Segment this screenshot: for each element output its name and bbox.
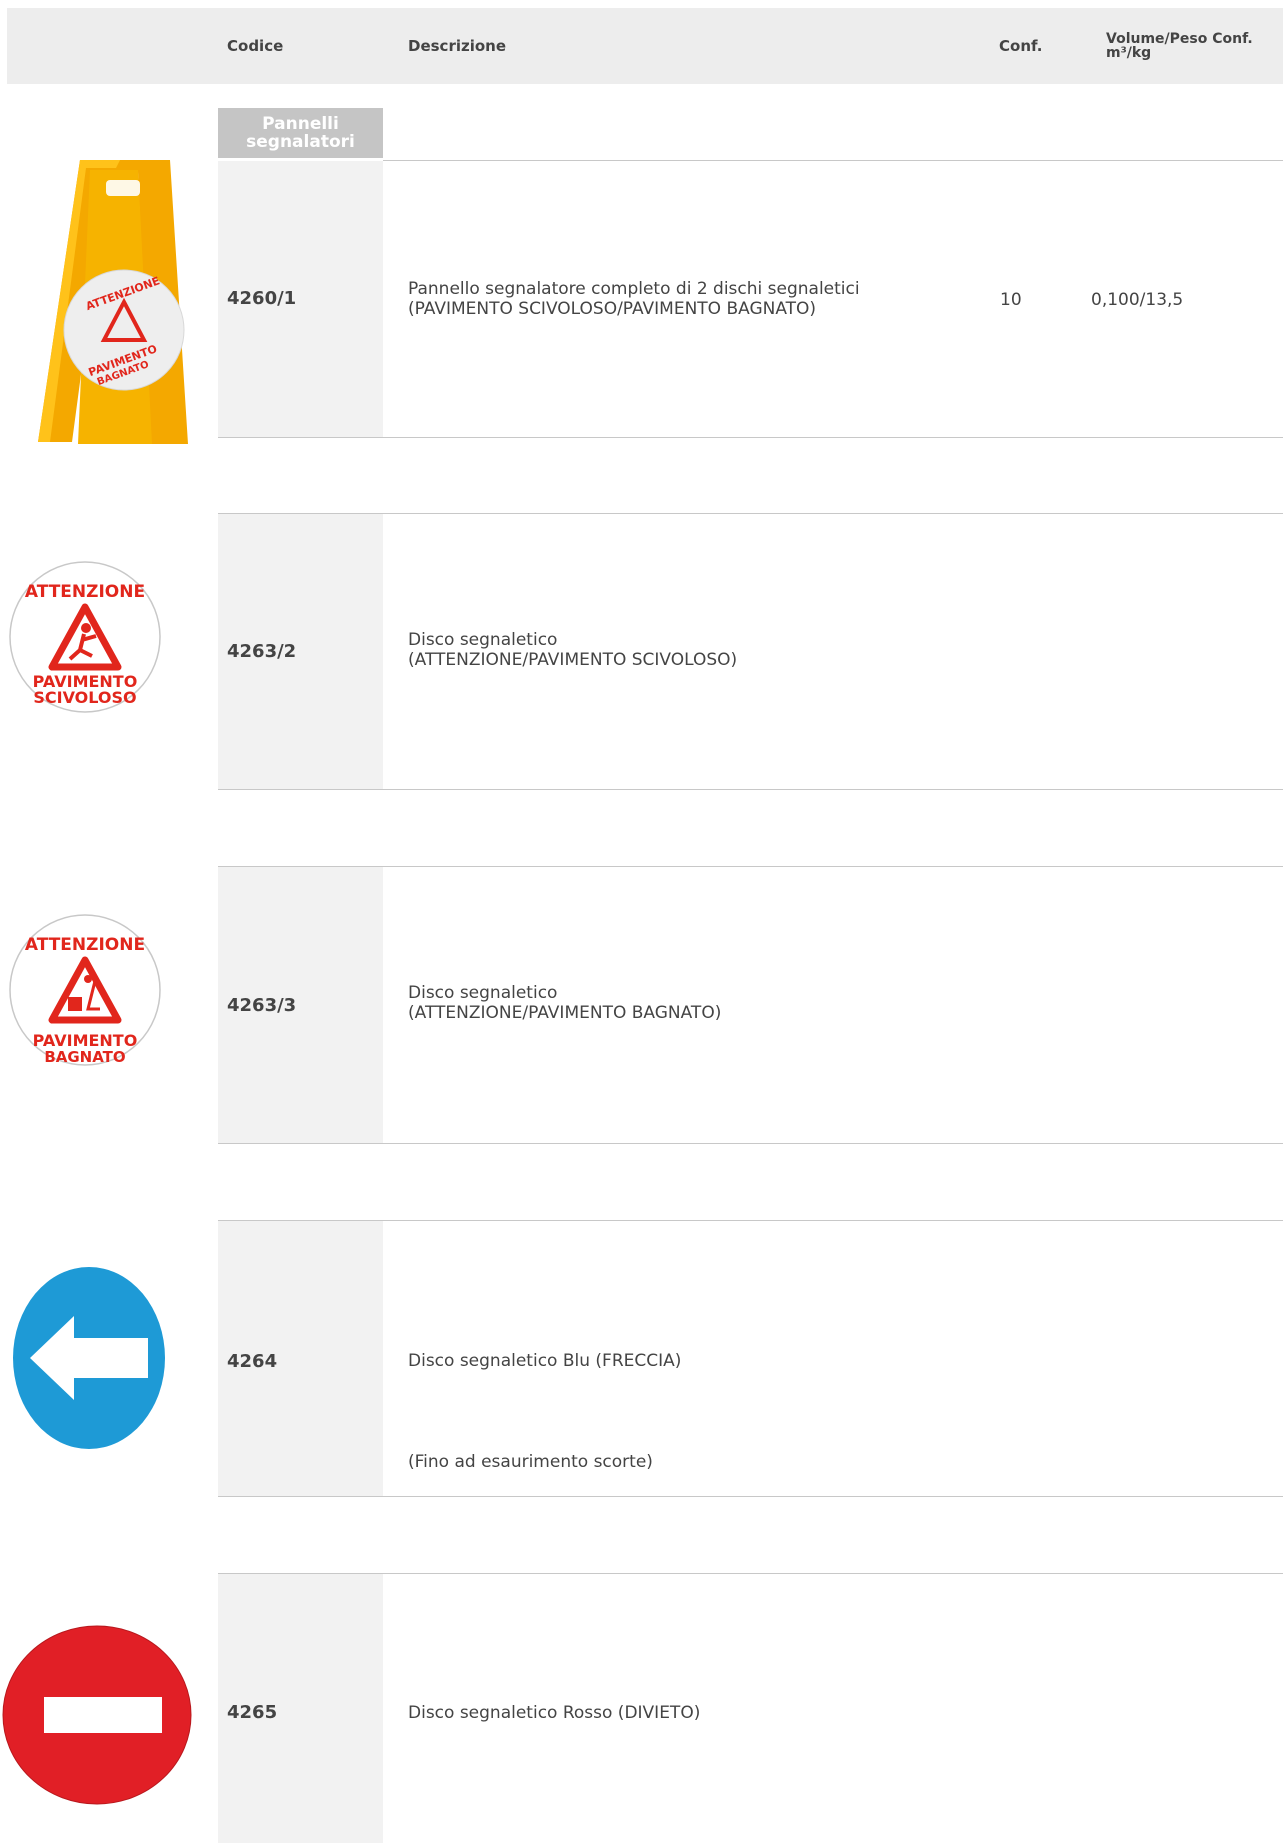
- wet-floor-disc-image: ATTENZIONE PAVIMENTO BAGNATO: [9, 914, 161, 1066]
- divider: [218, 1143, 1283, 1144]
- blue-arrow-disc-image: [13, 1267, 165, 1449]
- product-code: 4265: [227, 1702, 278, 1723]
- header-volume-line2: m³/kg: [1106, 45, 1152, 61]
- red-no-entry-disc-image: [2, 1625, 192, 1805]
- sign-text-attenzione: ATTENZIONE: [25, 935, 145, 955]
- product-code: 4260/1: [227, 288, 297, 309]
- product-description: Disco segnaletico Rosso (DIVIETO): [408, 1703, 701, 1723]
- product-volume: 0,100/13,5: [1091, 290, 1184, 310]
- yellow-floor-sign-image: ATTENZIONE PAVIMENTO BAGNATO: [38, 160, 188, 444]
- header-descrizione: Descrizione: [408, 37, 507, 55]
- description-line: (ATTENZIONE/PAVIMENTO SCIVOLOSO): [408, 650, 738, 670]
- header-volume-line1: Volume/Peso Conf.: [1106, 31, 1253, 47]
- product-description: Disco segnaletico (ATTENZIONE/PAVIMENTO …: [408, 630, 737, 670]
- divider: [218, 437, 1283, 438]
- header-volume: Volume/Peso Conf. m³/kg: [1106, 8, 1253, 84]
- sign-text-attenzione: ATTENZIONE: [25, 582, 145, 602]
- category-tab: Pannelli segnalatori: [218, 108, 383, 158]
- product-note: (Fino ad esaurimento scorte): [408, 1452, 653, 1472]
- table-header: Codice Descrizione Conf. Volume/Peso Con…: [7, 8, 1283, 84]
- product-description: Pannello segnalatore completo di 2 disch…: [408, 279, 860, 319]
- description-line: Disco segnaletico: [408, 983, 558, 1003]
- product-conf: 10: [1000, 290, 1022, 310]
- header-conf: Conf.: [999, 37, 1043, 55]
- header-codice: Codice: [227, 37, 284, 55]
- divider: [218, 789, 1283, 790]
- description-line: (ATTENZIONE/PAVIMENTO BAGNATO): [408, 1003, 722, 1023]
- product-description: Disco segnaletico Blu (FRECCIA): [408, 1351, 682, 1371]
- product-code: 4263/2: [227, 641, 297, 662]
- sign-text-scivoloso: SCIVOLOSO: [33, 688, 136, 707]
- description-line: Pannello segnalatore completo di 2 disch…: [408, 279, 860, 299]
- divider: [383, 160, 1283, 161]
- description-line: Disco segnaletico: [408, 630, 558, 650]
- slippery-floor-disc-image: ATTENZIONE PAVIMENTO SCIVOLOSO: [9, 561, 161, 713]
- sign-text-bagnato: BAGNATO: [44, 1048, 125, 1066]
- product-description: Disco segnaletico (ATTENZIONE/PAVIMENTO …: [408, 983, 721, 1023]
- description-line: (PAVIMENTO SCIVOLOSO/PAVIMENTO BAGNATO): [408, 299, 817, 319]
- product-code: 4263/3: [227, 995, 297, 1016]
- divider: [218, 1496, 1283, 1497]
- product-code: 4264: [227, 1351, 278, 1372]
